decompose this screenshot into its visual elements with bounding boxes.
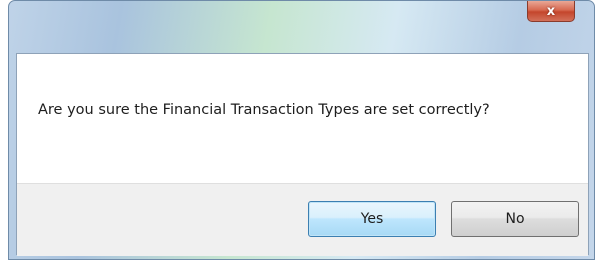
yes-button[interactable]: Yes	[308, 201, 436, 237]
dialog-message: Are you sure the Financial Transaction T…	[38, 102, 490, 118]
no-button[interactable]: No	[451, 201, 579, 237]
button-bar: Yes No	[17, 183, 588, 256]
dialog-body: Are you sure the Financial Transaction T…	[16, 53, 589, 256]
close-icon: x	[546, 3, 556, 19]
dialog-window: x Are you sure the Financial Transaction…	[8, 0, 595, 260]
title-bar[interactable]: x	[9, 1, 594, 53]
close-button[interactable]: x	[527, 1, 575, 22]
